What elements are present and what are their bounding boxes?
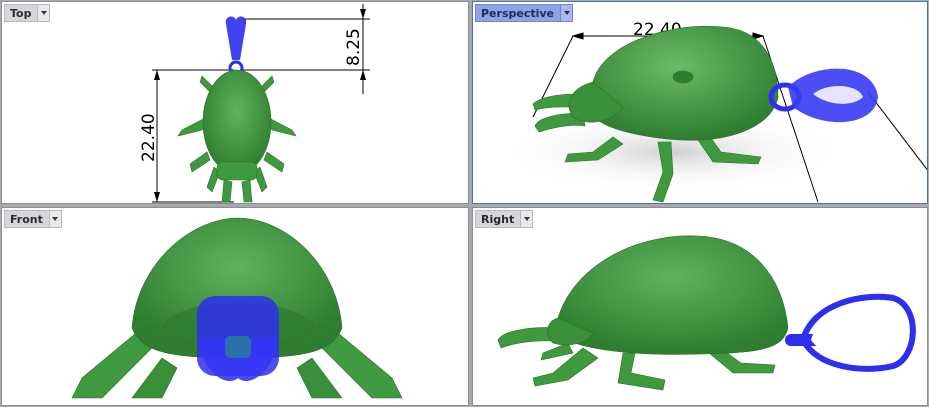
svg-text:22.40: 22.40 [139,113,159,162]
viewport-label-top: Top [4,4,38,22]
viewport-label-right: Right [475,210,521,228]
viewport-label-front: Front [4,210,49,228]
viewport-top[interactable]: Top 22.40 8.25 [1,1,469,204]
chevron-down-icon[interactable] [48,210,62,228]
top-view-scene: 22.40 8.25 [139,4,370,203]
viewport-label-perspective: Perspective [475,4,561,22]
viewport-title-front[interactable]: Front [4,210,62,228]
viewport-perspective[interactable]: Perspective 22.40 [472,1,928,204]
pendant-bail-right [785,293,916,372]
pendant-bail-front [197,296,279,382]
svg-text:8.25: 8.25 [344,28,364,66]
viewport-right[interactable]: Right [472,207,928,406]
viewport-title-top[interactable]: Top [4,4,51,22]
pendant-bail-top [225,16,247,76]
beetle-body-right [497,235,789,391]
dimension-8-25: 8.25 [242,4,370,94]
viewport-grid: Top 22.40 8.25 Perspective 22.40 Front R… [0,0,929,407]
chevron-down-icon[interactable] [520,210,534,228]
viewport-front[interactable]: Front [1,207,469,406]
pendant-bail-perspective [768,68,878,123]
front-view-scene [71,217,403,399]
perspective-view-scene: 22.40 [503,20,927,203]
viewport-title-right[interactable]: Right [475,210,534,228]
chevron-down-icon[interactable] [560,4,574,22]
chevron-down-icon[interactable] [37,4,51,22]
right-view-scene [497,235,916,391]
beetle-body-top [177,69,297,203]
viewport-title-perspective[interactable]: Perspective [475,4,574,22]
